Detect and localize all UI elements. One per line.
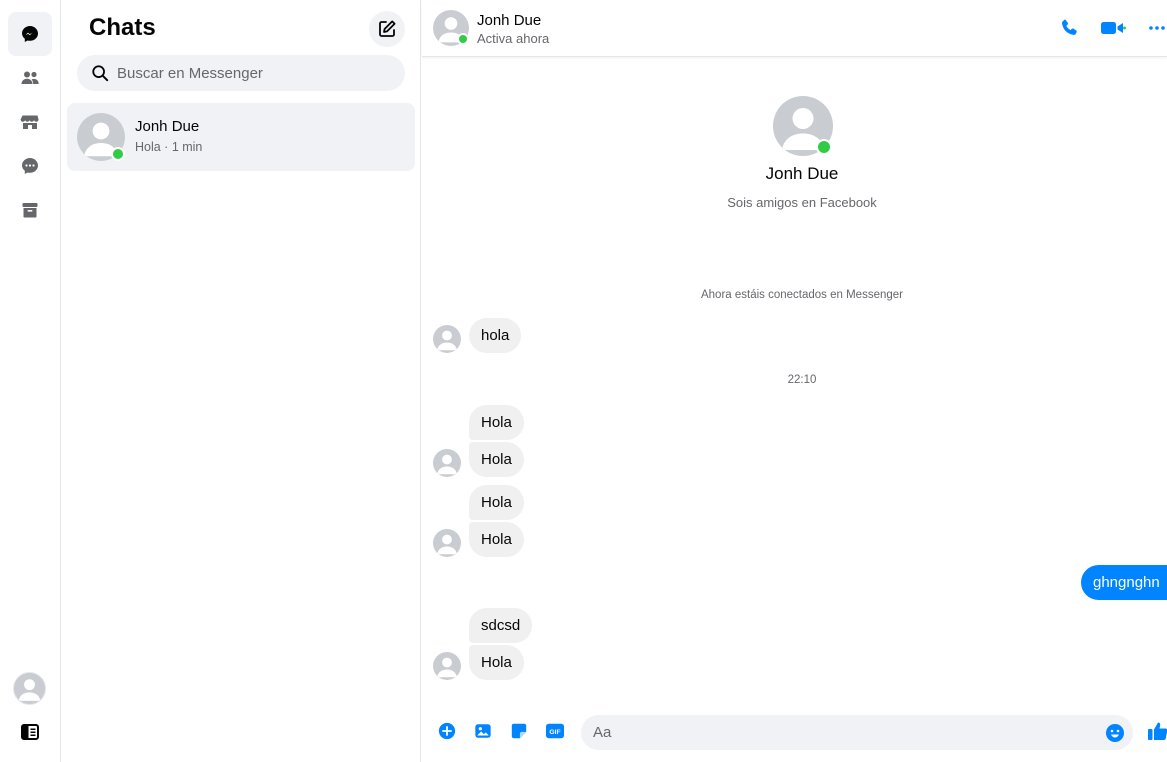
rail-item-requests[interactable] xyxy=(8,144,52,188)
plus-circle-icon xyxy=(438,722,456,740)
gif-button[interactable]: GIF xyxy=(544,721,566,741)
left-rail xyxy=(0,0,61,762)
message-bubble-incoming[interactable]: Hola xyxy=(469,522,524,557)
new-message-button[interactable] xyxy=(369,11,405,47)
conversation-header: Jonh Due Activa ahora xyxy=(422,0,1167,57)
profile-name: Jonh Due xyxy=(765,164,839,183)
message-bubble-incoming[interactable]: Hola xyxy=(469,442,524,477)
online-indicator xyxy=(457,33,469,45)
message-bubble-incoming[interactable]: Hola xyxy=(469,405,524,440)
conversation-pane: Jonh Due Activa ahora Jonh Due Sois amig… xyxy=(422,0,1167,762)
message-bubble-incoming[interactable]: Hola xyxy=(469,645,524,680)
message-avatar xyxy=(433,652,461,680)
compose-icon xyxy=(379,20,396,37)
message-bubble-incoming[interactable]: sdcsd xyxy=(469,608,533,643)
user-silhouette-icon xyxy=(437,657,457,678)
user-silhouette-icon xyxy=(18,679,41,701)
gif-icon: GIF xyxy=(546,723,564,739)
profile-subtitle: Sois amigos en Facebook xyxy=(727,195,877,210)
more-actions-button[interactable] xyxy=(437,721,457,741)
video-call-button[interactable] xyxy=(1100,17,1126,39)
header-status: Activa ahora xyxy=(477,31,550,46)
conversation-name: Jonh Due xyxy=(135,118,200,135)
audio-call-button[interactable] xyxy=(1059,17,1079,39)
rail-item-chats[interactable] xyxy=(8,12,52,56)
message-bubble-incoming[interactable]: Hola xyxy=(469,485,524,520)
conversation-item[interactable]: Jonh Due Hola · 1 min xyxy=(67,103,415,171)
message-avatar xyxy=(433,529,461,557)
chats-title: Chats xyxy=(89,14,156,41)
search-bar[interactable] xyxy=(77,55,405,91)
more-options-button[interactable] xyxy=(1147,17,1167,39)
store-icon xyxy=(20,115,39,129)
online-indicator xyxy=(816,139,832,155)
user-silhouette-icon xyxy=(437,454,457,475)
like-button[interactable] xyxy=(1147,720,1167,742)
rail-item-people[interactable] xyxy=(8,56,52,100)
message-bubble-outgoing[interactable]: ghngnghn xyxy=(1081,565,1167,600)
sticker-icon xyxy=(511,723,527,739)
people-icon xyxy=(21,71,39,84)
user-silhouette-icon xyxy=(437,330,457,351)
message-requests-icon xyxy=(22,158,38,174)
message-bubble-incoming[interactable]: hola xyxy=(469,318,522,353)
online-indicator xyxy=(111,147,125,161)
more-dots-icon xyxy=(1149,26,1165,30)
message-avatar xyxy=(433,449,461,477)
emoji-button[interactable] xyxy=(1105,723,1125,743)
rail-item-archive[interactable] xyxy=(8,188,52,232)
svg-text:GIF: GIF xyxy=(549,729,560,736)
sidebar-toggle-button[interactable] xyxy=(8,710,52,754)
message-avatar xyxy=(433,325,461,353)
chat-list-panel: Chats Jonh Due Hola · 1 min xyxy=(61,0,421,762)
emoji-icon xyxy=(1106,724,1124,742)
video-camera-icon xyxy=(1101,22,1126,34)
conversation-preview: Hola · 1 min xyxy=(135,140,203,154)
archive-icon xyxy=(22,203,38,218)
phone-icon xyxy=(1061,19,1077,35)
rail-item-marketplace[interactable] xyxy=(8,100,52,144)
search-icon xyxy=(92,65,109,82)
chat-bubble-icon xyxy=(22,26,38,42)
image-icon xyxy=(475,724,491,738)
search-input[interactable] xyxy=(117,64,387,82)
like-icon xyxy=(1148,722,1167,740)
my-profile-avatar[interactable] xyxy=(13,672,46,705)
sidebar-toggle-icon xyxy=(21,724,39,740)
sticker-button[interactable] xyxy=(509,721,529,741)
message-composer[interactable] xyxy=(581,715,1133,750)
user-silhouette-icon xyxy=(437,534,457,555)
system-note: Ahora estáis conectados en Messenger xyxy=(700,289,903,301)
header-contact-name[interactable]: Jonh Due xyxy=(477,12,541,29)
message-input[interactable] xyxy=(593,724,1093,741)
message-timestamp: 22:10 xyxy=(787,374,817,386)
attach-image-button[interactable] xyxy=(473,721,493,741)
